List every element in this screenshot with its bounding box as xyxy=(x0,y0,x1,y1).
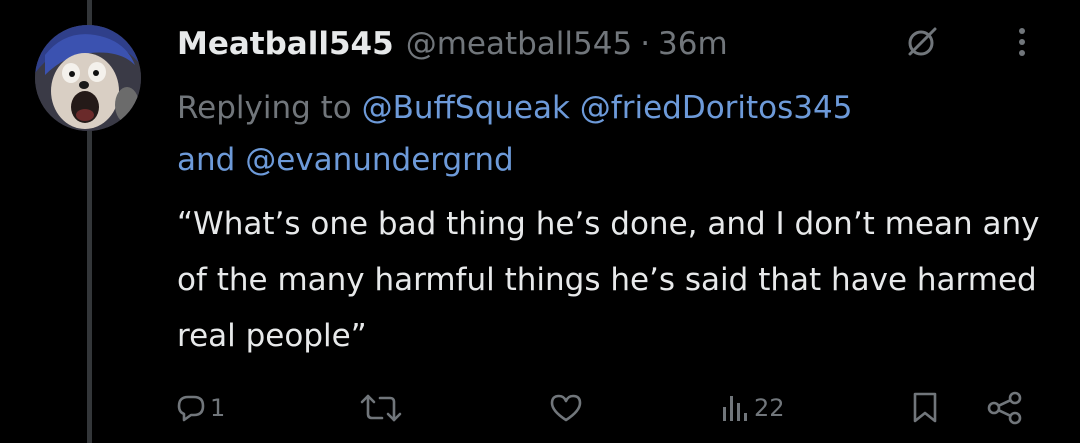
reply-icon xyxy=(177,395,205,422)
reply-button[interactable]: 1 xyxy=(176,386,225,430)
views-count: 22 xyxy=(754,394,785,422)
repost-button[interactable] xyxy=(358,386,404,430)
reply-count: 1 xyxy=(210,394,226,422)
tweet-timestamp[interactable]: 36m xyxy=(658,26,728,62)
bookmark-button[interactable] xyxy=(911,386,939,430)
grok-icon[interactable] xyxy=(900,20,944,64)
tweet-header: Meatball545 @meatball545 · 36m xyxy=(177,22,728,66)
more-icon[interactable] xyxy=(1000,20,1044,64)
mention-link[interactable]: @evanundergrnd xyxy=(245,142,514,178)
avatar[interactable] xyxy=(35,25,141,131)
replying-to: Replying to @BuffSqueak @friedDoritos345… xyxy=(177,82,1057,186)
share-button[interactable] xyxy=(986,386,1024,430)
bookmark-icon xyxy=(913,392,937,423)
mention-conjunction[interactable]: and xyxy=(177,142,235,178)
replying-prefix: Replying to xyxy=(177,90,352,126)
mention-link[interactable]: @friedDoritos345 xyxy=(580,90,853,126)
header-separator: · xyxy=(640,26,651,62)
avatar-image xyxy=(35,25,141,131)
action-bar: 1 22 xyxy=(0,386,1080,430)
like-button[interactable] xyxy=(549,386,583,430)
views-button[interactable]: 22 xyxy=(720,386,785,430)
mention-link[interactable]: @BuffSqueak xyxy=(362,90,570,126)
author-handle[interactable]: @meatball545 xyxy=(406,26,633,62)
like-icon xyxy=(550,394,582,422)
author-name[interactable]: Meatball545 xyxy=(177,26,394,62)
views-icon xyxy=(723,396,747,421)
repost-icon xyxy=(360,394,402,422)
tweet-text: “What’s one bad thing he’s done, and I d… xyxy=(177,206,1040,354)
share-icon xyxy=(987,391,1022,425)
